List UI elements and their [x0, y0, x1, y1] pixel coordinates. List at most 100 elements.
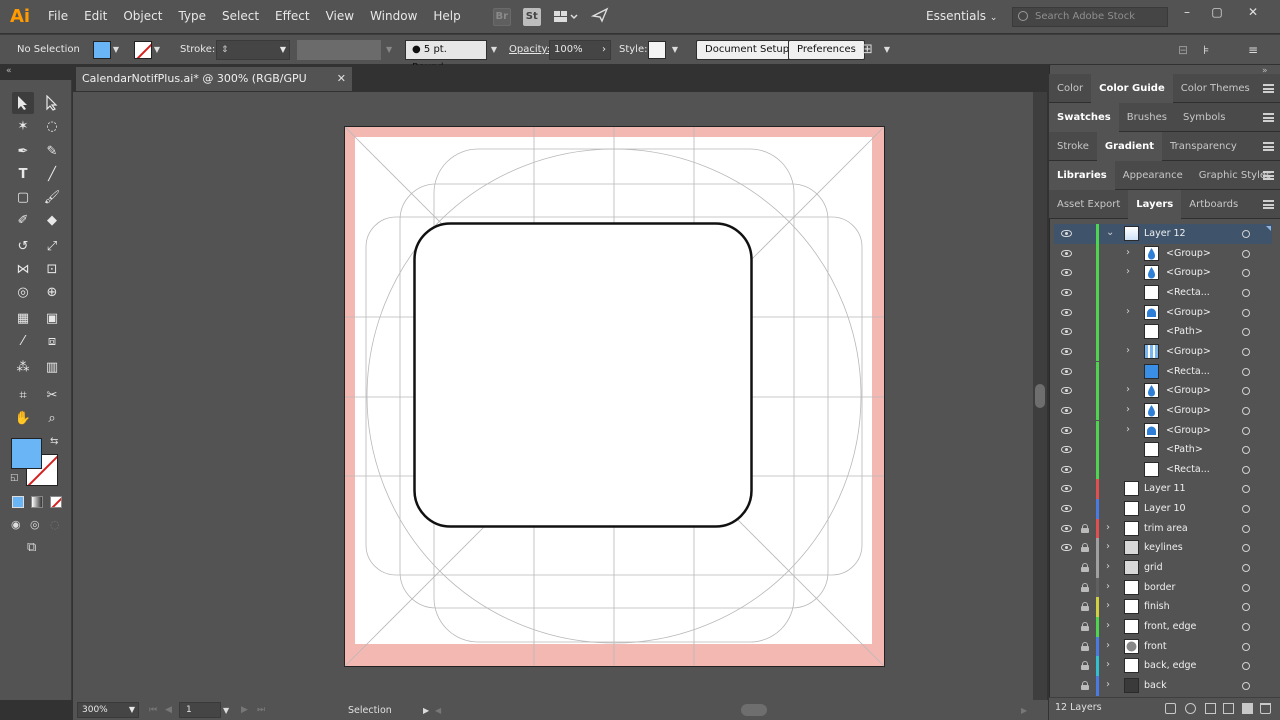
sublayer-row[interactable]: <Path> [1054, 322, 1272, 342]
target-circle-icon[interactable] [1242, 308, 1250, 317]
free-transform-tool-icon[interactable]: ⊡ [41, 258, 63, 280]
sublayer-row[interactable]: <Path> [1054, 440, 1272, 460]
visibility-eye-icon[interactable] [1061, 249, 1072, 257]
perspective-grid-tool-icon[interactable]: ▦ [12, 307, 34, 329]
target-circle-icon[interactable] [1242, 544, 1250, 553]
layer-row[interactable]: Layer 10 [1054, 499, 1272, 519]
layer-row[interactable]: › front, edge [1054, 617, 1272, 637]
layer-name[interactable]: grid [1144, 558, 1163, 578]
close-tab-icon[interactable]: ✕ [337, 67, 346, 91]
last-artboard-icon[interactable]: ⏭ [257, 705, 265, 715]
variable-width-profile[interactable] [297, 40, 381, 60]
panel-menu-icon[interactable] [1263, 142, 1274, 151]
fill-color-front[interactable] [11, 438, 42, 469]
panel-menu-icon[interactable] [1263, 84, 1274, 93]
chevron-down-icon[interactable]: ▼ [223, 706, 229, 715]
layer-name[interactable]: Layer 10 [1144, 499, 1186, 519]
sublayer-row[interactable]: › <Group> [1054, 302, 1272, 323]
layer-name[interactable]: <Group> [1166, 342, 1211, 362]
screen-mode-icon[interactable]: ⧉ [27, 540, 36, 555]
layer-row[interactable]: ⌄ Layer 12 [1054, 224, 1272, 244]
lock-icon[interactable] [1081, 641, 1089, 651]
layer-name[interactable]: Layer 11 [1144, 479, 1186, 499]
create-new-layer-icon[interactable] [1242, 703, 1253, 714]
symbol-sprayer-tool-icon[interactable]: ⁂ [12, 356, 34, 378]
lock-icon[interactable] [1081, 523, 1089, 533]
chevron-down-icon[interactable]: ▼ [111, 45, 121, 54]
chevron-right-icon[interactable]: › [1106, 679, 1110, 690]
target-circle-icon[interactable] [1242, 426, 1250, 435]
visibility-eye-icon[interactable] [1061, 524, 1072, 532]
chevron-right-icon[interactable]: › [1106, 561, 1110, 572]
artboard-artwork[interactable] [73, 92, 1033, 700]
panel-tab-asset-export[interactable]: Asset Export [1049, 190, 1128, 219]
layer-name[interactable]: finish [1144, 597, 1170, 617]
panel-tab-brushes[interactable]: Brushes [1119, 103, 1175, 132]
layer-name[interactable]: Layer 12 [1144, 224, 1186, 244]
layer-name[interactable]: <Group> [1166, 303, 1211, 323]
target-circle-icon[interactable] [1242, 603, 1250, 612]
color-mode-icon[interactable] [12, 496, 24, 508]
chevron-down-icon[interactable]: ▼ [152, 45, 162, 54]
panel-tab-color[interactable]: Color [1049, 74, 1091, 103]
panel-tab-swatches[interactable]: Swatches [1049, 102, 1119, 132]
layer-name[interactable]: <Group> [1166, 381, 1211, 401]
lock-icon[interactable] [1081, 582, 1089, 592]
scroll-right-icon[interactable]: ▶ [1021, 706, 1027, 715]
menu-object[interactable]: Object [115, 0, 170, 33]
preferences-button[interactable]: Preferences [788, 40, 865, 60]
create-sublayer-icon[interactable] [1223, 703, 1234, 714]
sublayer-row[interactable]: › <Group> [1054, 400, 1272, 421]
swap-fill-stroke-icon[interactable]: ⇆ [50, 436, 58, 447]
direct-selection-tool-icon[interactable] [41, 92, 63, 114]
chevron-right-icon[interactable]: › [1126, 404, 1130, 415]
layer-row[interactable]: › back, edge [1054, 656, 1272, 676]
layer-name[interactable]: <Path> [1166, 440, 1203, 460]
menu-help[interactable]: Help [425, 0, 468, 33]
chevron-down-icon[interactable]: ▼ [386, 45, 392, 54]
target-circle-icon[interactable] [1242, 288, 1250, 297]
collect-for-export-icon[interactable] [1165, 703, 1176, 714]
stroke-weight-field[interactable]: ⇕ ▼ [216, 40, 290, 60]
chevron-down-icon[interactable]: ▼ [670, 45, 680, 54]
target-circle-icon[interactable] [1242, 230, 1250, 238]
layer-name[interactable]: back [1144, 676, 1167, 696]
chevron-right-icon[interactable]: › [1106, 620, 1110, 631]
layer-name[interactable]: trim area [1144, 519, 1188, 539]
visibility-eye-icon[interactable] [1061, 347, 1072, 355]
shaper-tool-icon[interactable]: ✐ [12, 209, 34, 231]
layer-row[interactable]: › front [1054, 636, 1272, 657]
next-artboard-icon[interactable]: ▶ [241, 705, 248, 715]
chevron-down-icon[interactable]: ▼ [882, 45, 892, 54]
target-circle-icon[interactable] [1242, 387, 1250, 396]
chevron-right-icon[interactable]: › [1106, 600, 1110, 611]
chevron-right-icon[interactable]: › [1106, 581, 1110, 592]
chevron-right-icon[interactable]: ▶ [423, 706, 429, 715]
align-icon[interactable]: ⊟ [1178, 43, 1188, 57]
workspace-switcher[interactable]: Essentials ⌄ [926, 0, 997, 35]
panel-menu-icon[interactable] [1263, 171, 1274, 180]
menu-edit[interactable]: Edit [76, 0, 115, 33]
layer-row[interactable]: › grid [1054, 558, 1272, 578]
live-paint-tool-icon[interactable]: ⊕ [41, 281, 63, 303]
sublayer-row[interactable]: › <Group> [1054, 420, 1272, 441]
gpu-performance-icon[interactable] [590, 7, 609, 26]
sublayer-row[interactable]: <Recta... [1054, 361, 1272, 382]
target-circle-icon[interactable] [1242, 328, 1250, 337]
visibility-eye-icon[interactable] [1061, 269, 1072, 277]
layer-row[interactable]: › trim area [1054, 518, 1272, 539]
sublayer-row[interactable]: › <Group> [1054, 381, 1272, 401]
none-mode-icon[interactable] [50, 496, 62, 508]
panel-tab-stroke[interactable]: Stroke [1049, 132, 1097, 161]
layer-name[interactable]: <Path> [1166, 322, 1203, 342]
rectangle-tool-icon[interactable]: ▢ [12, 186, 34, 208]
target-circle-icon[interactable] [1242, 524, 1250, 533]
zoom-tool-icon[interactable]: ⌕ [41, 407, 63, 429]
zoom-level-field[interactable]: 300% ▼ [77, 702, 139, 718]
artboard-number-field[interactable]: 1 [179, 702, 221, 718]
panel-menu-icon[interactable] [1263, 200, 1274, 209]
menu-type[interactable]: Type [170, 0, 214, 33]
sublayer-row[interactable]: <Recta... [1054, 459, 1272, 480]
default-fill-stroke-icon[interactable]: ◱ [10, 473, 19, 483]
paintbrush-tool-icon[interactable]: 🖌 [41, 186, 63, 208]
